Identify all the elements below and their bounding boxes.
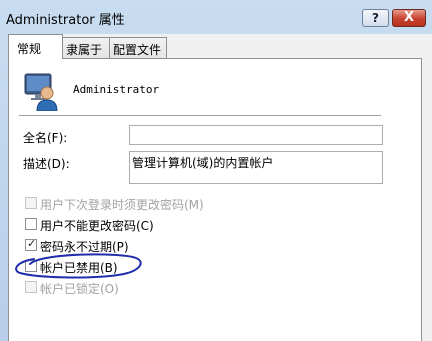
checkbox-box[interactable] (25, 237, 37, 251)
checkbox-label: 用户下次登录时须更改密码(M) (40, 198, 204, 212)
dialog-client: 常规 隶属于 配置文件 Administrator 全名(F): 描述(D): … (8, 34, 432, 341)
tab-label: 配置文件 (113, 43, 162, 57)
tab-member-of[interactable]: 隶属于 (62, 37, 110, 58)
fullname-field[interactable] (129, 125, 383, 145)
description-label: 描述(D): (23, 157, 70, 171)
separator (19, 115, 381, 116)
help-button[interactable]: ? (362, 9, 389, 27)
fullname-label: 全名(F): (23, 131, 68, 145)
user-name: Administrator (73, 83, 160, 96)
tab-profile[interactable]: 配置文件 (109, 37, 167, 58)
checkbox-label: 帐户已锁定(O) (40, 282, 119, 296)
user-monitor-icon (24, 73, 58, 111)
tab-label: 隶属于 (66, 43, 103, 57)
description-field[interactable]: 管理计算机(域)的内置帐户 (129, 151, 383, 184)
checkbox-box[interactable] (25, 260, 37, 272)
tab-panel-general: Administrator 全名(F): 描述(D): 管理计算机(域)的内置帐… (8, 58, 422, 341)
checkbox-label: 帐户已禁用(B) (40, 261, 118, 275)
checkbox-box[interactable] (25, 197, 37, 209)
tab-general[interactable]: 常规 (8, 34, 63, 59)
close-button[interactable]: X (392, 9, 426, 27)
checkbox-box[interactable] (25, 281, 37, 293)
title-bar: Administrator 属性 ? X (0, 0, 432, 32)
tab-label: 常规 (17, 42, 42, 56)
checkbox-box[interactable] (25, 218, 37, 230)
checkbox-label: 密码永不过期(P) (40, 240, 129, 254)
checkbox-label: 用户不能更改密码(C) (40, 219, 154, 233)
window-title: Administrator 属性 (6, 13, 125, 28)
